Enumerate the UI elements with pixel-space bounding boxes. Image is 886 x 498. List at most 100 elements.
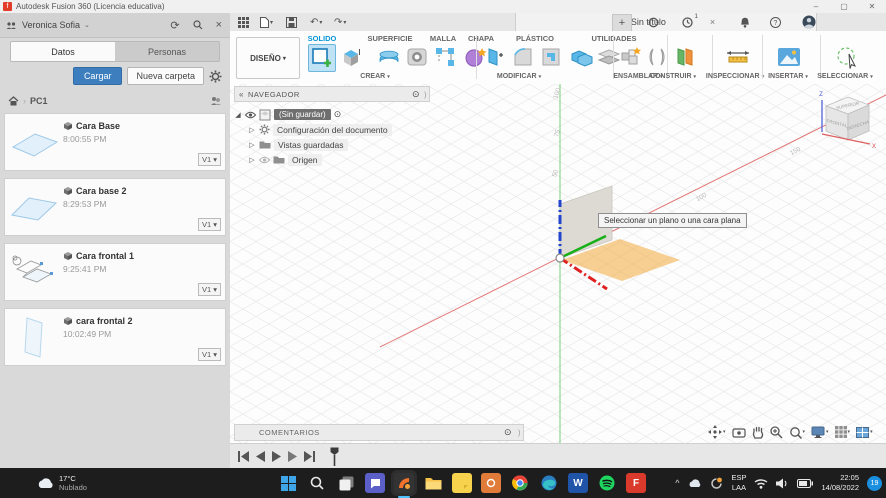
volume-icon[interactable] xyxy=(776,478,789,489)
fusion360-taskbar-icon[interactable] xyxy=(394,473,414,498)
list-item[interactable]: cara frontal 2 10:02:49 PM V1 ▾ xyxy=(4,308,226,366)
sync-status-icon[interactable] xyxy=(648,15,659,29)
hole-button[interactable] xyxy=(404,44,430,70)
job-status-clock-icon[interactable]: 1 xyxy=(682,13,698,29)
start-button[interactable] xyxy=(278,473,298,493)
tree-node-row[interactable]: ▷ Origen xyxy=(234,152,430,167)
close-button[interactable]: ✕ xyxy=(858,2,886,11)
list-item[interactable]: Cara base 2 8:29:53 PM V1 ▾ xyxy=(4,178,226,236)
close-panel-icon[interactable]: × xyxy=(216,19,222,32)
insert-image-button[interactable] xyxy=(776,44,802,70)
panel-options-icon[interactable]: ⊙ xyxy=(412,89,420,100)
version-selector[interactable]: V1 ▾ xyxy=(198,283,221,296)
language-indicator[interactable]: ESP LAA xyxy=(731,473,746,493)
undo-icon[interactable]: ↶ ▾ xyxy=(310,15,322,29)
fillet-button[interactable] xyxy=(510,44,536,70)
origin-point[interactable] xyxy=(555,253,565,263)
viewports-icon[interactable]: ▾ xyxy=(856,426,873,438)
panel-settings-gear-icon[interactable] xyxy=(209,70,222,83)
ribbon-tab-superficie[interactable]: SUPERFICIE xyxy=(367,34,412,43)
edge-icon[interactable] xyxy=(539,473,559,493)
orbit-icon[interactable]: ▾ xyxy=(708,425,726,439)
new-tab-button[interactable]: + xyxy=(612,14,632,32)
ribbon-tab-malla[interactable]: MALLA xyxy=(430,34,456,43)
focus-target-icon[interactable]: ⊙ xyxy=(334,109,342,120)
battery-icon[interactable] xyxy=(797,478,814,488)
list-item[interactable]: Cara Base 8:00:55 PM V1 ▾ xyxy=(4,113,226,171)
workspace-selector[interactable]: DISEÑO ▾ xyxy=(236,37,300,79)
file-explorer-icon[interactable] xyxy=(423,473,443,493)
tree-node-label[interactable]: Vistas guardadas xyxy=(274,138,348,151)
maximize-button[interactable]: ▢ xyxy=(830,2,858,11)
taskbar-search-icon[interactable] xyxy=(307,473,327,493)
upload-button[interactable]: Cargar xyxy=(72,67,123,85)
tree-root-row[interactable]: ◢ (Sin guardar) ⊙ xyxy=(234,107,430,122)
section-crear[interactable]: CREAR ▾ xyxy=(360,73,389,80)
revolve-button[interactable] xyxy=(376,44,402,70)
comments-options-icon[interactable]: ⊙ xyxy=(504,427,512,438)
create-sketch-button[interactable] xyxy=(308,44,336,72)
zoom-icon[interactable] xyxy=(769,425,783,439)
view-cube[interactable]: SUPERIOR FRONTAL DERECHA Z X xyxy=(808,88,880,154)
tree-expand-icon[interactable]: ▷ xyxy=(248,156,256,164)
ribbon-tab-chapa[interactable]: CHAPA xyxy=(468,34,494,43)
file-menu-icon[interactable]: ▾ xyxy=(260,15,273,29)
tree-node-row[interactable]: ▷ Vistas guardadas xyxy=(234,137,430,152)
construction-plane-button[interactable] xyxy=(672,44,698,70)
tree-node-row[interactable]: ▷ Configuración del documento xyxy=(234,122,430,137)
press-pull-button[interactable] xyxy=(482,44,508,70)
section-construir[interactable]: CONSTRUIR ▾ xyxy=(650,73,696,80)
capture-app-icon[interactable] xyxy=(481,473,501,493)
viewport[interactable]: 100 75 50 150 100 Seleccionar un plano o… xyxy=(230,84,886,443)
notification-bell-icon[interactable] xyxy=(740,15,750,29)
browser-panel-header[interactable]: « NAVEGADOR ⊙ ) xyxy=(234,86,430,102)
tree-expand-icon[interactable]: ▷ xyxy=(248,126,256,134)
section-inspeccionar[interactable]: INSPECCIONAR▾ xyxy=(706,73,764,80)
data-panel-toggle-icon[interactable] xyxy=(238,15,249,29)
combine-button[interactable] xyxy=(568,44,594,70)
search-icon[interactable] xyxy=(192,19,203,32)
update-sync-icon[interactable] xyxy=(710,477,723,490)
version-selector[interactable]: V1 ▾ xyxy=(198,218,221,231)
chevron-down-icon[interactable]: ⌄ xyxy=(84,21,90,29)
weather-widget[interactable]: 17°C Nublado xyxy=(36,474,87,493)
chrome-icon[interactable] xyxy=(510,473,530,493)
measure-button[interactable] xyxy=(725,44,751,70)
breadcrumb-folder[interactable]: PC1 xyxy=(30,96,48,106)
shell-button[interactable] xyxy=(538,44,564,70)
timeline-marker[interactable] xyxy=(330,447,339,466)
clock-widget[interactable]: 22:05 14/08/2022 xyxy=(821,473,859,493)
tab-datos[interactable]: Datos xyxy=(11,42,115,61)
tree-node-label[interactable]: Configuración del documento xyxy=(273,123,392,136)
extrude-button[interactable] xyxy=(338,44,364,70)
refresh-icon[interactable]: ⟳ xyxy=(170,19,179,32)
spotify-icon[interactable] xyxy=(597,473,617,493)
tab-personas[interactable]: Personas xyxy=(115,42,219,61)
timeline-skip-end-icon[interactable] xyxy=(304,451,315,462)
version-selector[interactable]: V1 ▾ xyxy=(198,153,221,166)
visibility-eye-off-icon[interactable] xyxy=(259,156,270,164)
close-tab-icon[interactable]: × xyxy=(710,17,715,27)
tree-expand-icon[interactable]: ◢ xyxy=(234,111,242,119)
help-icon[interactable]: ? xyxy=(770,15,781,29)
pan-hand-icon[interactable] xyxy=(752,426,764,439)
minimize-button[interactable]: – xyxy=(802,2,830,11)
display-settings-icon[interactable]: ▾ xyxy=(811,426,829,438)
ribbon-tab-plastico[interactable]: PLÁSTICO xyxy=(516,34,554,43)
redo-icon[interactable]: ↷ ▾ xyxy=(334,15,346,29)
avatar[interactable] xyxy=(802,15,816,29)
teams-chat-icon[interactable] xyxy=(365,473,385,493)
timeline-step-back-icon[interactable] xyxy=(256,451,265,462)
home-icon[interactable] xyxy=(8,96,19,106)
ribbon-tab-solido[interactable]: SOLIDO xyxy=(308,34,337,43)
tree-node-label[interactable]: Origen xyxy=(288,153,322,166)
visibility-eye-icon[interactable] xyxy=(245,111,256,119)
select-tool-button[interactable] xyxy=(834,44,860,70)
new-folder-button[interactable]: Nueva carpeta xyxy=(127,67,204,85)
root-document-label[interactable]: (Sin guardar) xyxy=(274,109,331,120)
fit-view-icon[interactable]: ▾ xyxy=(789,426,805,439)
timeline-step-forward-icon[interactable] xyxy=(288,451,297,462)
comments-bar[interactable]: COMENTARIOS ⊙ ) xyxy=(234,424,524,441)
f-app-icon[interactable]: F xyxy=(626,473,646,493)
notification-count-badge[interactable]: 19 xyxy=(867,475,882,491)
